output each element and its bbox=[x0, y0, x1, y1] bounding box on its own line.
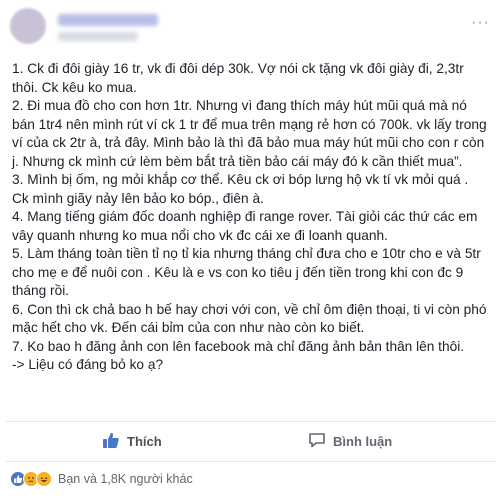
reaction-icons bbox=[10, 471, 52, 487]
post-paragraph-6: 6. Con thì ck chả bao h bế hay chơi với … bbox=[12, 301, 487, 336]
post-paragraph-2: 2. Đi mua đồ cho con hơn 1tr. Nhưng vì đ… bbox=[12, 98, 487, 169]
haha-reaction-icon bbox=[36, 471, 52, 487]
comment-button[interactable]: Bình luận bbox=[308, 422, 392, 460]
facebook-post: ··· 1. Ck đi đôi giày 16 tr, vk đi đôi d… bbox=[6, 4, 496, 492]
post-paragraph-7: 7. Ko bao h đăng ảnh con lên facebook mà… bbox=[12, 338, 465, 354]
like-button[interactable]: Thích bbox=[102, 422, 162, 460]
actions-bottom-divider bbox=[6, 461, 496, 462]
comment-bubble-icon bbox=[308, 431, 326, 452]
post-paragraph-1: 1. Ck đi đôi giày 16 tr, vk đi đôi dép 3… bbox=[12, 61, 464, 95]
post-header: ··· bbox=[6, 4, 496, 52]
author-name-redacted[interactable] bbox=[58, 14, 158, 26]
more-options-icon[interactable]: ··· bbox=[471, 14, 490, 32]
like-label: Thích bbox=[127, 433, 162, 449]
post-body: 1. Ck đi đôi giày 16 tr, vk đi đôi dép 3… bbox=[12, 60, 488, 375]
thumbs-up-icon bbox=[102, 431, 120, 452]
post-meta-redacted bbox=[58, 32, 138, 41]
comment-label: Bình luận bbox=[333, 433, 393, 449]
author-avatar[interactable] bbox=[10, 8, 46, 44]
post-paragraph-3: 3. Mình bị ốm, ng mỏi khắp cơ thể. Kêu c… bbox=[12, 172, 469, 206]
reactions-summary[interactable]: Bạn và 1,8K người khác bbox=[10, 470, 193, 488]
post-closing-question: -> Liệu có đáng bỏ ko ạ? bbox=[12, 357, 164, 372]
post-paragraph-4: 4. Mang tiếng giám đốc doanh nghiệp đi r… bbox=[12, 209, 478, 243]
reactions-summary-text: Bạn và 1,8K người khác bbox=[58, 472, 193, 486]
post-paragraph-5: 5. Làm tháng toàn tiền tỉ nọ tỉ kia nhưn… bbox=[12, 246, 481, 298]
post-actions-bar: Thích Bình luận bbox=[6, 422, 496, 460]
